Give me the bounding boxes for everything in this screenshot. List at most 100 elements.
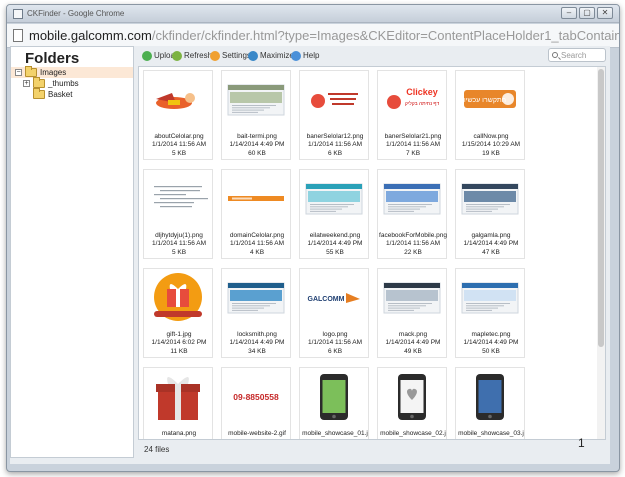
file-count: 24 files <box>144 445 170 454</box>
file-thumbnail <box>224 172 288 224</box>
file-meta: bait-termi.png 1/14/2014 4:49 PM 60 KB <box>222 133 292 158</box>
file-tile[interactable]: mobile_showcase_03.j <box>455 367 526 439</box>
file-tile[interactable]: Clickey דף נחיתה בקליק banerSelolar21.png 1… <box>377 70 447 160</box>
folders-panel: Folders − Images + _thumbs Basket <box>10 46 134 458</box>
settings-icon <box>210 51 220 61</box>
file-size: 49 KB <box>404 347 422 355</box>
file-tile[interactable]: domainCelolar.png 1/1/2014 11:56 AM 4 KB <box>221 169 291 259</box>
file-tile[interactable]: mobile_showcase_01.j <box>299 367 369 439</box>
file-meta: mapletec.png 1/14/2014 4:49 PM 50 KB <box>456 331 526 356</box>
file-tile[interactable]: mapletec.png 1/14/2014 4:49 PM 50 KB <box>455 268 525 358</box>
file-tile[interactable]: eilatweekend.png 1/14/2014 4:49 PM 55 KB <box>299 169 369 259</box>
file-size: 4 KB <box>249 248 265 256</box>
toolbar-button-label: Maximize <box>260 51 294 60</box>
file-name: banerSelolar21.png <box>384 133 442 140</box>
maximize-button[interactable]: Maximize <box>248 50 294 62</box>
file-thumbnail <box>380 370 444 422</box>
document-icon <box>13 29 23 42</box>
thumbnail-image <box>156 93 195 109</box>
file-size: 6 KB <box>327 149 343 157</box>
scrollbar[interactable] <box>597 67 605 439</box>
toolbar: Upload Refresh Settings Maximize Help Search <box>138 46 610 66</box>
address-bar[interactable]: mobile.galcomm.com/ckfinder/ckfinder.htm… <box>7 24 619 48</box>
file-name: mobile_showcase_02.j <box>380 430 446 437</box>
search-input[interactable]: Search <box>548 48 606 62</box>
file-tile[interactable]: mack.png 1/14/2014 4:49 PM 49 KB <box>377 268 447 358</box>
file-name: aboutCelolar.png <box>154 133 204 140</box>
file-tile[interactable]: dljhytdyju(1).png 1/1/2014 11:56 AM 5 KB <box>143 169 213 259</box>
file-meta: callNow.png 1/15/2014 10:29 AM 19 KB <box>456 133 526 158</box>
folder-item-0[interactable]: − Images <box>11 66 133 78</box>
file-meta: mobile-website-2.gif <box>222 430 292 438</box>
file-meta: galgamla.png 1/14/2014 4:49 PM 47 KB <box>456 232 526 257</box>
settings-button[interactable]: Settings <box>210 50 251 62</box>
file-tile[interactable]: banerSelolar12.png 1/1/2014 11:56 AM 6 KB <box>299 70 369 160</box>
toolbar-button-label: Refresh <box>184 51 213 60</box>
file-date: 1/1/2014 11:56 AM <box>385 141 441 149</box>
file-name: mack.png <box>398 331 428 338</box>
file-tile[interactable]: aboutCelolar.png 1/1/2014 11:56 AM 5 KB <box>143 70 213 160</box>
file-tile[interactable]: GALCOMM logo.png 1/1/2014 11:56 AM 6 KB <box>299 268 369 358</box>
file-tile[interactable]: gift-1.jpg 1/14/2014 6:02 PM 11 KB <box>143 268 213 358</box>
file-thumbnail <box>380 271 444 323</box>
url-text[interactable]: mobile.galcomm.com/ckfinder/ckfinder.htm… <box>29 28 619 43</box>
file-tile[interactable]: bait-termi.png 1/14/2014 4:49 PM 60 KB <box>221 70 291 160</box>
folder-item-1[interactable]: + _thumbs <box>11 77 133 89</box>
file-thumbnail: התקשרו עכשיו <box>458 73 522 125</box>
status-bar: 24 files <box>138 442 610 458</box>
scrollbar-thumb[interactable] <box>598 69 604 347</box>
file-meta: matana.png <box>144 430 214 438</box>
file-meta: logo.png 1/1/2014 11:56 AM 6 KB <box>300 331 370 356</box>
file-date: 1/15/2014 10:29 AM <box>461 141 521 149</box>
file-thumbnail: GALCOMM <box>302 271 366 323</box>
file-tile[interactable]: mobile_showcase_02.j <box>377 367 447 439</box>
restore-button[interactable]: ▢ <box>579 7 595 19</box>
refresh-button[interactable]: Refresh <box>172 50 212 62</box>
file-tile[interactable]: locksmith.png 1/14/2014 4:49 PM 34 KB <box>221 268 291 358</box>
file-date: 1/14/2014 4:49 PM <box>385 339 441 347</box>
search-placeholder: Search <box>561 51 587 60</box>
file-thumbnail <box>146 370 210 422</box>
thumbnail-image <box>227 282 285 314</box>
ckfinder-app: Folders − Images + _thumbs Basket Upload Refr… <box>10 46 610 464</box>
thumbnail-text: GALCOMM <box>308 296 345 303</box>
file-tile[interactable]: matana.png <box>143 367 214 439</box>
help-icon <box>291 51 301 61</box>
file-thumbnail <box>302 370 366 422</box>
file-meta: banerSelolar21.png 1/1/2014 11:56 AM 7 KB <box>378 133 448 158</box>
thumbnail-image <box>320 374 348 420</box>
file-meta: mobile_showcase_03.j <box>456 430 526 438</box>
title-bar: CKFinder - Google Chrome – ▢ ✕ <box>7 5 619 23</box>
file-thumbnail <box>458 271 522 323</box>
file-name: mobile-website-2.gif <box>228 430 286 437</box>
url-host: mobile.galcomm.com <box>29 28 152 43</box>
file-thumbnail <box>224 73 288 125</box>
help-button[interactable]: Help <box>291 50 319 62</box>
collapse-icon[interactable]: − <box>15 69 22 76</box>
folder-icon <box>25 66 37 77</box>
file-date: 1/14/2014 4:49 PM <box>307 240 363 248</box>
file-thumbnail <box>302 73 366 125</box>
file-size: 7 KB <box>405 149 421 157</box>
file-tile[interactable]: facebookForMobile.png 1/1/2014 11:56 AM 22… <box>377 169 447 259</box>
expand-icon[interactable]: + <box>23 80 30 87</box>
minimize-button[interactable]: – <box>561 7 577 19</box>
close-button[interactable]: ✕ <box>597 7 613 19</box>
window-controls: – ▢ ✕ <box>561 7 613 19</box>
file-meta: banerSelolar12.png 1/1/2014 11:56 AM 6 KB <box>300 133 370 158</box>
file-size: 55 KB <box>326 248 344 256</box>
file-meta: mack.png 1/14/2014 4:49 PM 49 KB <box>378 331 448 356</box>
file-meta: domainCelolar.png 1/1/2014 11:56 AM 4 KB <box>222 232 292 257</box>
file-tile[interactable]: 09-8850558 mobile-website-2.gif <box>221 367 292 439</box>
thumbnail-image <box>227 84 285 116</box>
file-meta: facebookForMobile.png 1/1/2014 11:56 AM 22… <box>378 232 448 257</box>
folder-item-2[interactable]: Basket <box>11 88 133 100</box>
file-name: matana.png <box>161 430 197 437</box>
file-date: 1/14/2014 4:49 PM <box>229 339 285 347</box>
file-tile[interactable]: התקשרו עכשיו callNow.png 1/15/2014 10:29 A… <box>455 70 525 160</box>
file-name: facebookForMobile.png <box>379 232 447 239</box>
file-name: callNow.png <box>473 133 509 140</box>
file-date: 1/1/2014 11:56 AM <box>307 339 363 347</box>
thumbnail-image: GALCOMM <box>308 293 360 303</box>
file-tile[interactable]: galgamla.png 1/14/2014 4:49 PM 47 KB <box>455 169 525 259</box>
